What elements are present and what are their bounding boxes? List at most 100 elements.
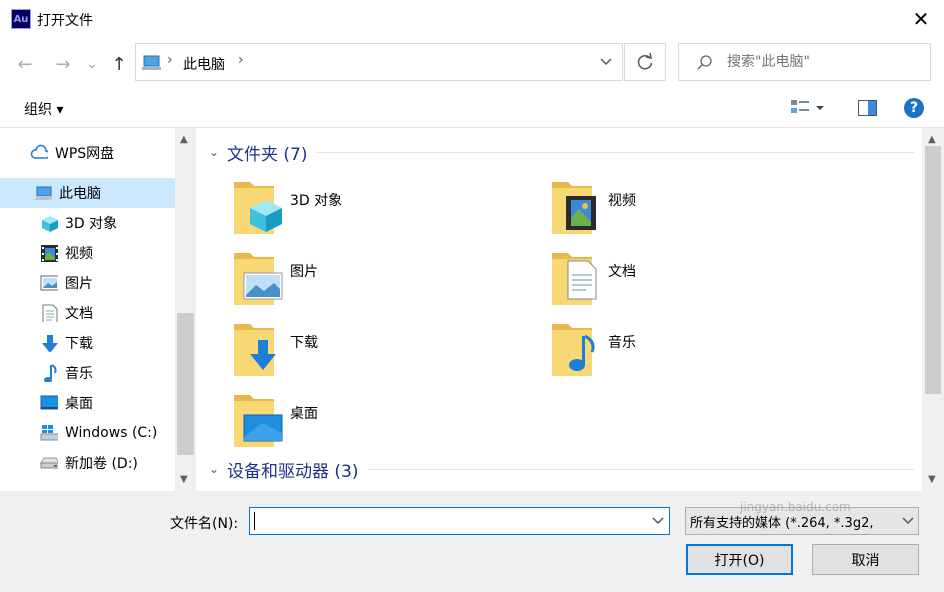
folder-tile-downloads[interactable]: 下载 — [234, 318, 534, 388]
chevron-down-icon — [600, 58, 612, 66]
sidebar-item-label: WPS网盘 — [55, 146, 115, 162]
navigation-pane-scroll-thumb[interactable] — [177, 313, 194, 455]
folder-tile-music[interactable]: 音乐 — [552, 318, 852, 388]
folder-label: 桌面 — [290, 406, 318, 422]
folder-tile-videos[interactable]: 视频 — [552, 176, 852, 246]
picture-icon — [40, 275, 58, 291]
file-type-filter-value: 所有支持的媒体 (*.264, *.3g2, — [690, 515, 874, 531]
forward-button[interactable]: → — [51, 52, 75, 76]
sidebar-item-downloads[interactable]: 下载 — [40, 328, 175, 358]
sidebar-item-label: 新加卷 (D:) — [65, 456, 138, 472]
recent-locations-button[interactable]: ⌄ — [82, 52, 102, 76]
sidebar-item-label: 文档 — [65, 306, 93, 322]
picture-folder-icon — [234, 253, 283, 305]
refresh-icon — [637, 53, 653, 70]
search-input[interactable] — [725, 50, 925, 74]
folder-label: 下载 — [290, 335, 318, 351]
sidebar-item-desktop[interactable]: 桌面 — [40, 388, 175, 418]
download-arrow-icon — [42, 335, 58, 352]
back-button[interactable]: ← — [13, 52, 37, 76]
scroll-down-arrow-icon[interactable]: ▼ — [928, 474, 936, 485]
chevron-down-icon: ⌄ — [86, 56, 98, 72]
audition-app-icon: Au — [11, 9, 31, 29]
text-caret — [254, 512, 255, 530]
address-bar[interactable]: › 此电脑 › — [135, 43, 623, 81]
preview-pane-icon — [858, 100, 877, 116]
film-icon — [41, 245, 58, 262]
sidebar-item-label: 此电脑 — [59, 186, 101, 202]
close-icon: ✕ — [912, 7, 930, 31]
sidebar-item-documents[interactable]: 文档 — [40, 298, 175, 328]
document-folder-icon — [552, 253, 597, 305]
windows-drive-icon — [40, 425, 58, 441]
breadcrumb-separator: › — [167, 52, 173, 68]
sidebar-item-wps-cloud[interactable]: WPS网盘 — [30, 138, 175, 168]
sidebar-item-drive-d[interactable]: 新加卷 (D:) — [40, 448, 175, 478]
sidebar-item-label: 桌面 — [65, 396, 93, 412]
breadcrumb-expand[interactable]: › — [238, 52, 244, 68]
group-header-folders[interactable]: ⌄ 文件夹 (7) — [209, 140, 914, 165]
help-button[interactable]: ? — [904, 98, 924, 118]
group-title: 设备和驱动器 (3) — [227, 461, 359, 482]
cube-icon — [42, 216, 58, 232]
refresh-button[interactable] — [624, 43, 666, 81]
filename-text[interactable] — [258, 508, 642, 534]
title-bar — [0, 0, 944, 38]
scroll-up-arrow-icon[interactable]: ▲ — [180, 134, 188, 145]
sidebar-item-3d-objects[interactable]: 3D 对象 — [40, 208, 175, 238]
content-scroll-thumb[interactable] — [925, 146, 941, 394]
scroll-up-arrow-icon[interactable]: ▲ — [928, 134, 936, 145]
filename-label: 文件名(N): — [170, 516, 239, 532]
drive-icon — [40, 457, 58, 469]
folder-label: 视频 — [608, 193, 636, 209]
view-options-button[interactable] — [790, 98, 830, 118]
sidebar-item-pictures[interactable]: 图片 — [40, 268, 175, 298]
organize-menu-button[interactable]: 组织 ▾ — [24, 99, 63, 119]
up-arrow-icon: ↑ — [111, 53, 127, 75]
chevron-down-icon — [902, 517, 914, 525]
download-folder-icon — [234, 324, 276, 376]
folder-tile-desktop[interactable]: 桌面 — [234, 389, 534, 459]
chevron-down-icon: ⌄ — [209, 462, 220, 476]
music-folder-icon — [552, 324, 595, 376]
desktop-icon — [40, 395, 58, 410]
film-folder-icon — [552, 182, 596, 234]
group-header-devices[interactable]: ⌄ 设备和驱动器 (3) — [209, 457, 914, 482]
close-button[interactable]: ✕ — [898, 0, 944, 38]
search-box[interactable] — [678, 43, 931, 81]
open-button[interactable]: 打开(O) — [686, 544, 793, 575]
sidebar-item-music[interactable]: 音乐 — [40, 358, 175, 388]
folder-tile-3d-objects[interactable]: 3D 对象 — [234, 176, 534, 246]
sidebar-item-label: 视频 — [65, 246, 93, 262]
file-type-dropdown[interactable] — [897, 508, 919, 534]
document-icon — [42, 304, 58, 322]
group-divider — [368, 468, 914, 470]
computer-icon — [34, 186, 52, 200]
folder-tile-documents[interactable]: 文档 — [552, 247, 852, 317]
folder-label: 文档 — [608, 264, 636, 280]
up-button[interactable]: ↑ — [107, 52, 131, 76]
chevron-down-icon: ⌄ — [209, 145, 220, 159]
filename-history-dropdown[interactable] — [646, 508, 670, 534]
sidebar-item-label: 下载 — [65, 336, 93, 352]
address-history-dropdown[interactable] — [590, 43, 622, 81]
folder-tile-pictures[interactable]: 图片 — [234, 247, 534, 317]
sidebar-item-videos[interactable]: 视频 — [40, 238, 175, 268]
filename-input[interactable] — [249, 507, 670, 535]
folder-label: 3D 对象 — [290, 193, 343, 209]
breadcrumb-this-pc[interactable]: 此电脑 — [183, 54, 225, 74]
chevron-down-icon — [652, 517, 664, 525]
cancel-button[interactable]: 取消 — [812, 544, 919, 575]
group-title: 文件夹 (7) — [227, 144, 308, 165]
computer-icon — [142, 55, 161, 70]
preview-pane-button[interactable] — [858, 100, 877, 116]
sidebar-item-drive-c[interactable]: Windows (C:) — [40, 418, 175, 448]
help-icon: ? — [909, 100, 919, 116]
scroll-down-arrow-icon[interactable]: ▼ — [180, 474, 188, 485]
sidebar-item-label: 图片 — [65, 276, 93, 292]
window-title: 打开文件 — [37, 13, 93, 29]
sidebar-item-label: 3D 对象 — [65, 216, 118, 232]
cube-folder-icon — [234, 182, 282, 234]
sidebar-item-label: Windows (C:) — [65, 425, 158, 441]
sidebar-item-this-pc[interactable]: 此电脑 — [34, 178, 175, 208]
